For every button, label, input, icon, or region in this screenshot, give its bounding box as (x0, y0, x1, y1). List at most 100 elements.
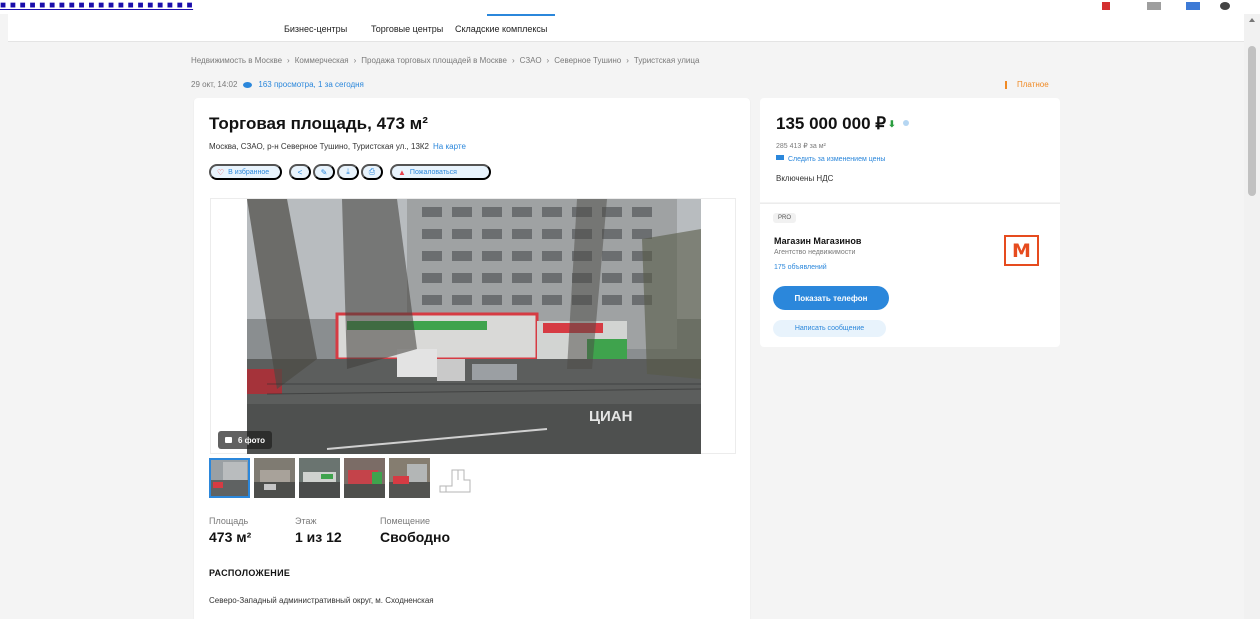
extension-icon[interactable] (1147, 2, 1161, 10)
thumbnail-image (254, 458, 295, 498)
browser-toolbar: ■ ■ ■ ■ ■ ■ ■ ■ ■ ■ ■ ■ ■ ■ ■ ■ ■ ■ ■ ■ (0, 0, 1260, 14)
breadcrumb-link[interactable]: СЗАО (520, 56, 542, 65)
location-text: Северо-Западный административный округ, … (209, 596, 434, 605)
photo-count-badge[interactable]: 6 фото (218, 431, 272, 449)
paid-label: Платное (1017, 80, 1049, 89)
publish-date: 29 окт, 14:02 (191, 80, 238, 89)
breadcrumb: Недвижимость в Москве › Коммерческая › Прода… (191, 56, 699, 65)
send-message-button[interactable]: Написать сообщение (773, 320, 886, 337)
photo-watermark: ЦИАН (589, 408, 632, 425)
street-photo: ЦИАН (247, 199, 701, 454)
favorite-label: В избранное (228, 168, 270, 176)
floor-plan-icon (434, 458, 475, 498)
views-count[interactable]: 163 просмотра, 1 за сегодня (258, 80, 363, 89)
share-button[interactable]: < (289, 164, 311, 180)
fact-label: Этаж (295, 516, 317, 526)
add-to-favorites-button[interactable]: ♡ В избранное (209, 164, 282, 180)
scroll-up-icon[interactable] (1249, 18, 1255, 22)
address-text: Москва, СЗАО, р-н Северное Тушино, Турис… (209, 142, 430, 151)
thumbnail-image (389, 458, 430, 498)
vat-info: Включены НДС (776, 174, 834, 183)
listing-card: Торговая площадь, 473 м² Москва, СЗАО, р… (194, 98, 750, 619)
profile-avatar-icon[interactable] (1220, 2, 1230, 10)
extension-icon[interactable] (1102, 2, 1110, 10)
download-icon: ⤓ (346, 167, 350, 176)
show-on-map-link[interactable]: На карте (433, 142, 466, 151)
photo-count-label: 6 фото (238, 435, 265, 445)
floor-plan-thumbnail[interactable] (434, 458, 475, 498)
price-history-icon[interactable] (902, 120, 909, 126)
page-title: Торговая площадь, 473 м² (209, 114, 428, 133)
follow-price-link[interactable]: Следить за изменением цены (776, 155, 885, 163)
agent-name[interactable]: Магазин Магазинов (774, 236, 861, 246)
complain-label: Пожаловаться (409, 168, 457, 176)
fact-value: 1 из 12 (295, 529, 342, 545)
breadcrumb-link[interactable]: Коммерческая (295, 56, 349, 65)
fact-value: Свободно (380, 529, 450, 545)
complain-button[interactable]: ▲ Пожаловаться (390, 164, 491, 180)
camera-icon (225, 437, 232, 443)
agent-card: PRO Магазин Магазинов Агентство недвижим… (760, 203, 1060, 347)
fact-floor: Этаж 1 из 12 (295, 516, 342, 545)
thumbnail-image (299, 458, 340, 498)
agent-type: Агентство недвижимости (774, 249, 856, 256)
fact-label: Площадь (209, 516, 249, 526)
nav-shopping-centers[interactable]: Торговые центры (371, 24, 443, 34)
show-phone-button[interactable]: Показать телефон (773, 286, 889, 310)
fact-label: Помещение (380, 516, 430, 526)
eye-icon (243, 81, 253, 88)
breadcrumb-separator-icon: › (511, 56, 515, 65)
envelope-icon (776, 155, 784, 160)
share-icon: < (297, 167, 303, 177)
breadcrumb-link[interactable]: Продажа торговых площадей в Москве (361, 56, 507, 65)
heart-icon: ♡ (217, 167, 225, 177)
breadcrumb-link[interactable]: Недвижимость в Москве (191, 56, 282, 65)
listing-meta: 29 окт, 14:02 163 просмотра, 1 за сегодня (191, 80, 364, 89)
pro-badge: PRO (773, 213, 797, 223)
agent-listings-link[interactable]: 175 объявлений (774, 264, 827, 271)
thumbnail-image (209, 458, 250, 498)
breadcrumb-separator-icon: › (287, 56, 290, 65)
browser-url-link[interactable]: ■ ■ ■ ■ ■ ■ ■ ■ ■ ■ ■ ■ ■ ■ ■ ■ ■ ■ ■ ■ (0, 0, 193, 11)
price: 135 000 000 ₽ ⬇ (776, 114, 909, 134)
fact-value: 473 м² (209, 529, 252, 545)
pencil-icon: ✎ (320, 167, 328, 177)
photo-thumbnail[interactable] (299, 458, 340, 498)
edit-button[interactable]: ✎ (313, 164, 335, 180)
print-icon: ⎙ (368, 167, 376, 176)
ruble-icon (1005, 80, 1011, 89)
photo-thumbnail[interactable] (389, 458, 430, 498)
price-value: 135 000 000 ₽ (776, 114, 887, 133)
photo-thumbnail[interactable] (254, 458, 295, 498)
logo-letter: М (1012, 239, 1031, 262)
main-photo[interactable]: ЦИАН (247, 199, 701, 454)
breadcrumb-separator-icon: › (546, 56, 550, 65)
breadcrumb-link[interactable]: Туристская улица (634, 56, 700, 65)
fact-area: Площадь 473 м² (209, 516, 251, 545)
category-nav: Бизнес-центры Торговые центры Складские … (8, 14, 1244, 42)
location-heading: РАСПОЛОЖЕНИЕ (209, 568, 291, 578)
nav-business-centers[interactable]: Бизнес-центры (284, 24, 347, 34)
photo-thumbnail[interactable] (209, 458, 250, 498)
photo-gallery[interactable]: ЦИАН 6 фото (210, 198, 736, 454)
breadcrumb-separator-icon: › (353, 56, 357, 65)
extension-icon[interactable] (1186, 2, 1200, 10)
price-card: 135 000 000 ₽ ⬇ 285 413 ₽ за м² Следить з… (760, 98, 1060, 202)
warning-icon: ▲ (398, 167, 406, 177)
download-button[interactable]: ⤓ (337, 164, 359, 180)
scrollbar-thumb[interactable] (1248, 46, 1256, 196)
agency-logo[interactable]: М (1004, 235, 1039, 266)
fact-premises: Помещение Свободно (380, 516, 450, 545)
breadcrumb-separator-icon: › (626, 56, 629, 65)
paid-badge: Платное (1005, 80, 1049, 89)
active-tab-indicator (487, 14, 555, 16)
listing-address: Москва, СЗАО, р-н Северное Тушино, Турис… (209, 142, 466, 151)
follow-price-label: Следить за изменением цены (788, 156, 886, 163)
price-per-sqm: 285 413 ₽ за м² (776, 143, 826, 150)
photo-thumbnail[interactable] (344, 458, 385, 498)
print-button[interactable]: ⎙ (361, 164, 383, 180)
price-down-arrow-icon: ⬇ (888, 119, 896, 129)
breadcrumb-link[interactable]: Северное Тушино (554, 56, 621, 65)
nav-warehouse-complexes[interactable]: Складские комплексы (455, 24, 547, 34)
page-scrollbar[interactable] (1244, 14, 1260, 619)
